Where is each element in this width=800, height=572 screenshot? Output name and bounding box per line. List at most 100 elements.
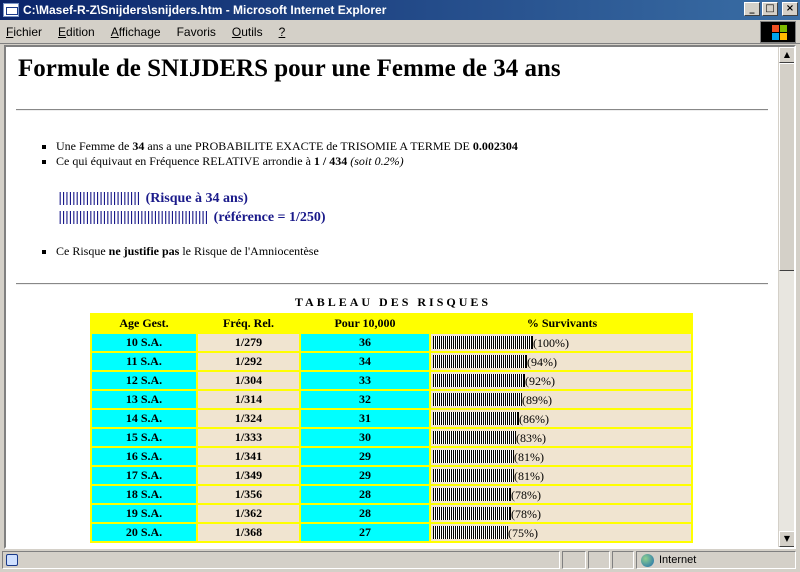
per-10000-cell: 29 bbox=[299, 446, 431, 467]
survivors-cell: (86%) bbox=[429, 408, 693, 429]
table-header-row: Age Gest. Fréq. Rel. Pour 10,000 % Survi… bbox=[90, 313, 693, 334]
survivors-cell: (89%) bbox=[429, 389, 693, 410]
per-10000-cell: 30 bbox=[299, 427, 431, 448]
page-done-icon bbox=[6, 554, 18, 566]
status-text-area bbox=[2, 551, 560, 569]
survivors-percent: (94%) bbox=[527, 354, 557, 369]
windows-logo-icon bbox=[760, 21, 796, 43]
survivors-cell: (83%) bbox=[429, 427, 693, 448]
menu-favoris[interactable]: Favoris bbox=[169, 25, 224, 39]
list-item: Ce qui équivaut en Fréquence RELATIVE ar… bbox=[42, 154, 518, 169]
per-10000-cell: 32 bbox=[299, 389, 431, 410]
status-bar: Internet bbox=[0, 549, 800, 572]
survivors-percent: (86%) bbox=[519, 411, 549, 426]
survivors-cell: (75%) bbox=[429, 522, 693, 543]
survivors-percent: (78%) bbox=[511, 506, 541, 521]
menu-edition[interactable]: Edition bbox=[50, 25, 103, 39]
menu-help[interactable]: ? bbox=[271, 25, 294, 39]
globe-icon bbox=[641, 553, 654, 567]
maximize-button[interactable]: □ bbox=[762, 2, 778, 16]
column-header: Pour 10,000 bbox=[299, 313, 431, 334]
per-10000-cell: 34 bbox=[299, 351, 431, 372]
age-cell: 18 S.A. bbox=[90, 484, 198, 505]
scroll-down-icon[interactable]: ▼ bbox=[779, 531, 794, 547]
survivors-bar bbox=[433, 355, 527, 369]
title-bar: C:\Masef-R-Z\Snijders\snijders.htm - Mic… bbox=[0, 0, 800, 20]
survivors-cell: (94%) bbox=[429, 351, 693, 372]
frequency-cell: 1/292 bbox=[196, 351, 301, 372]
table-row: 10 S.A. 1/279 36 (100%) bbox=[90, 332, 693, 353]
frequency-cell: 1/333 bbox=[196, 427, 301, 448]
survivors-bar bbox=[433, 450, 514, 464]
column-header: Age Gest. bbox=[90, 313, 198, 334]
frequency-cell: 1/279 bbox=[196, 332, 301, 353]
scroll-thumb[interactable] bbox=[779, 63, 794, 271]
divider bbox=[16, 109, 768, 111]
menu-affichage[interactable]: Affichage bbox=[103, 25, 169, 39]
menu-outils[interactable]: Outils bbox=[224, 25, 271, 39]
table-title: TABLEAU DES RISQUES bbox=[294, 295, 492, 309]
browser-viewport: Formule de SNIJDERS pour une Femme de 34… bbox=[4, 45, 796, 549]
survivors-cell: (100%) bbox=[429, 332, 693, 353]
survivors-cell: (81%) bbox=[429, 446, 693, 467]
table-row: 15 S.A. 1/333 30 (83%) bbox=[90, 427, 693, 448]
age-cell: 10 S.A. bbox=[90, 332, 198, 353]
survivors-bar bbox=[433, 431, 516, 445]
list-item: Ce Risque ne justifie pas le Risque de l… bbox=[42, 244, 319, 259]
table-row: 18 S.A. 1/356 28 (78%) bbox=[90, 484, 693, 505]
survivors-cell: (81%) bbox=[429, 465, 693, 486]
age-cell: 12 S.A. bbox=[90, 370, 198, 391]
survivors-percent: (78%) bbox=[511, 487, 541, 502]
frequency-cell: 1/324 bbox=[196, 408, 301, 429]
frequency-cell: 1/368 bbox=[196, 522, 301, 543]
menu-bar: Fichier Edition Affichage Favoris Outils… bbox=[0, 20, 800, 44]
frequency-cell: 1/362 bbox=[196, 503, 301, 524]
table-row: 16 S.A. 1/341 29 (81%) bbox=[90, 446, 693, 467]
frequency-cell: 1/356 bbox=[196, 484, 301, 505]
survivors-bar bbox=[433, 412, 519, 426]
per-10000-cell: 28 bbox=[299, 503, 431, 524]
risk-comparison: |||||||||||||||||||||||| (Risque à 34 ans… bbox=[56, 189, 326, 227]
risk-table: Age Gest. Fréq. Rel. Pour 10,000 % Survi… bbox=[90, 313, 693, 543]
survivors-bar bbox=[433, 393, 522, 407]
column-header: % Survivants bbox=[429, 313, 693, 334]
risk-bar-row: |||||||||||||||||||||||| (Risque à 34 ans… bbox=[56, 191, 248, 207]
reference-bar-row: ||||||||||||||||||||||||||||||||||||||||… bbox=[56, 210, 326, 226]
survivors-bar bbox=[433, 488, 511, 502]
page-content: Formule de SNIJDERS pour une Femme de 34… bbox=[6, 47, 780, 547]
per-10000-cell: 27 bbox=[299, 522, 431, 543]
table-row: 19 S.A. 1/362 28 (78%) bbox=[90, 503, 693, 524]
status-cell bbox=[612, 551, 634, 569]
menu-fichier[interactable]: Fichier bbox=[0, 25, 50, 39]
age-cell: 20 S.A. bbox=[90, 522, 198, 543]
page-title: Formule de SNIJDERS pour une Femme de 34… bbox=[18, 55, 561, 82]
frequency-cell: 1/341 bbox=[196, 446, 301, 467]
close-button[interactable]: × bbox=[782, 2, 798, 16]
ie-page-icon bbox=[3, 3, 19, 17]
survivors-bar bbox=[433, 469, 514, 483]
status-cell bbox=[562, 551, 586, 569]
vertical-scrollbar[interactable]: ▲ ▼ bbox=[778, 47, 794, 547]
survivors-cell: (78%) bbox=[429, 484, 693, 505]
survivors-percent: (83%) bbox=[516, 430, 546, 445]
survivors-bar bbox=[433, 374, 525, 388]
per-10000-cell: 31 bbox=[299, 408, 431, 429]
per-10000-cell: 29 bbox=[299, 465, 431, 486]
divider bbox=[16, 283, 768, 285]
age-cell: 17 S.A. bbox=[90, 465, 198, 486]
frequency-cell: 1/304 bbox=[196, 370, 301, 391]
frequency-cell: 1/349 bbox=[196, 465, 301, 486]
list-item: Une Femme de 34 ans a une PROBABILITE EX… bbox=[42, 139, 518, 154]
age-cell: 15 S.A. bbox=[90, 427, 198, 448]
per-10000-cell: 36 bbox=[299, 332, 431, 353]
survivors-percent: (81%) bbox=[514, 449, 544, 464]
age-cell: 14 S.A. bbox=[90, 408, 198, 429]
survivors-percent: (75%) bbox=[508, 525, 538, 540]
table-row: 20 S.A. 1/368 27 (75%) bbox=[90, 522, 693, 543]
column-header: Fréq. Rel. bbox=[196, 313, 301, 334]
table-row: 12 S.A. 1/304 33 (92%) bbox=[90, 370, 693, 391]
survivors-cell: (78%) bbox=[429, 503, 693, 524]
age-cell: 13 S.A. bbox=[90, 389, 198, 410]
scroll-up-icon[interactable]: ▲ bbox=[779, 47, 794, 63]
minimize-button[interactable]: _ bbox=[744, 2, 760, 16]
